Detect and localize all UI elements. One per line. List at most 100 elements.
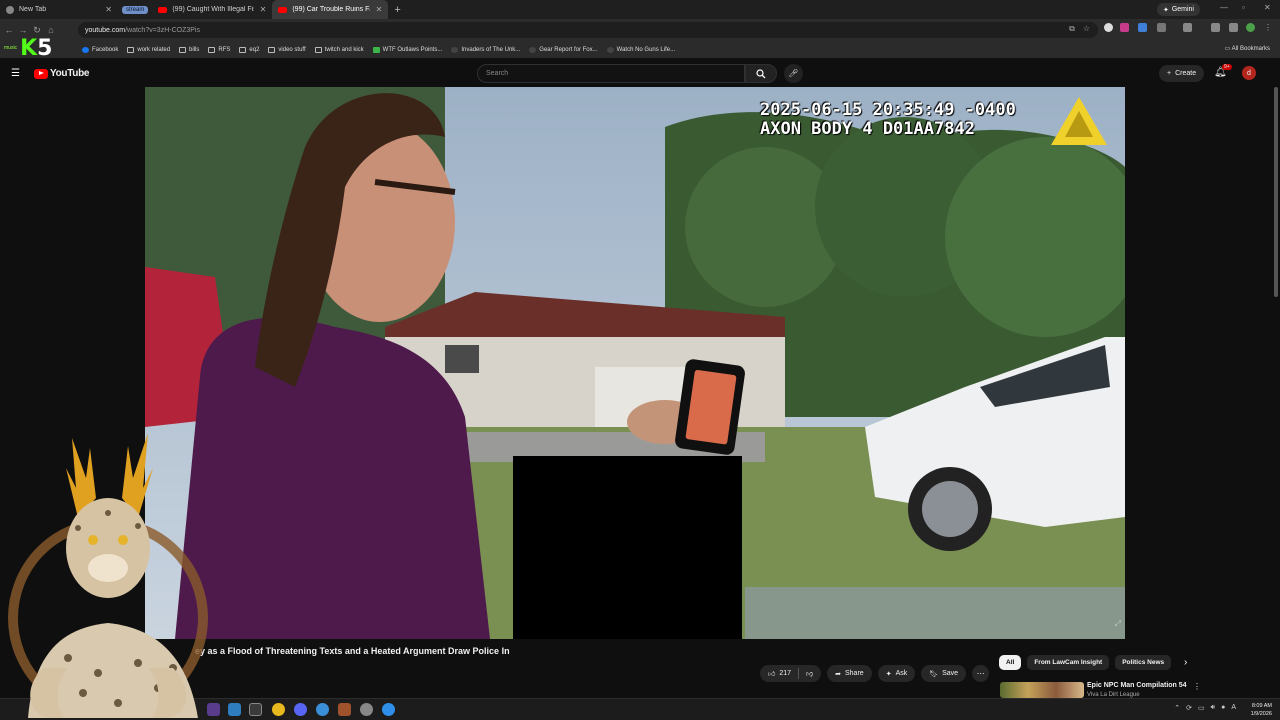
chrome-icon[interactable] xyxy=(272,703,285,716)
profile-icon[interactable] xyxy=(1246,23,1255,32)
more-actions-icon[interactable]: ⋯ xyxy=(972,665,990,682)
ask-label: Ask xyxy=(895,670,908,677)
account-avatar[interactable]: d xyxy=(1242,66,1256,80)
screen: New Tab ✕ stream (99) Caught With Illega… xyxy=(0,0,1280,720)
bookmark-star-icon[interactable]: ☆ xyxy=(1083,24,1090,34)
thumbs-down-icon[interactable]: 👎︎ xyxy=(806,669,813,678)
recommended-video[interactable]: Epic NPC Man Compilation 54 Viva La Dirt… xyxy=(1000,680,1270,698)
app-icon[interactable] xyxy=(316,703,329,716)
tab-new-tab[interactable]: New Tab ✕ xyxy=(0,0,118,19)
chip-politics-news[interactable]: Politics News xyxy=(1115,655,1172,670)
bookmark-link[interactable]: Invaders of The Unk... xyxy=(451,46,520,53)
voice-search-button[interactable]: 🎤︎ xyxy=(784,64,803,83)
thumbs-up-icon: 👍︎ xyxy=(768,671,776,678)
bookmark-folder[interactable]: twitch and kick xyxy=(314,46,364,53)
chip-all[interactable]: All xyxy=(999,655,1022,670)
kick-logo: K5 xyxy=(20,35,53,61)
extension-icon[interactable] xyxy=(1120,23,1129,32)
extensions-puzzle-icon[interactable] xyxy=(1157,23,1166,32)
bookmark-link[interactable]: Gear Report for Fox... xyxy=(529,46,598,53)
bookmarks-bar: Facebook work related bills RFS eq2 vide… xyxy=(0,41,1280,59)
youtube-header: ☰ YouTube Search 🎤︎ + Create 🔔︎ 9+ d xyxy=(0,60,1280,87)
youtube-logo[interactable]: YouTube xyxy=(34,68,90,79)
mic-icon[interactable]: ● xyxy=(1221,704,1225,712)
redaction-box xyxy=(513,456,742,639)
sync-icon[interactable]: ⟳ xyxy=(1186,704,1192,712)
close-tab-icon[interactable]: ✕ xyxy=(254,5,267,14)
extension-icon[interactable] xyxy=(1104,23,1113,32)
maximize-icon[interactable]: ▫ xyxy=(1242,3,1245,12)
share-label: Share xyxy=(845,670,864,677)
terminal-icon[interactable] xyxy=(249,703,262,716)
folder-icon xyxy=(208,46,216,53)
bookmark-facebook[interactable]: Facebook xyxy=(82,46,118,53)
bookmark-link[interactable]: WTF Outlaws Points... xyxy=(372,46,442,53)
chrome-icon xyxy=(6,5,14,14)
gemini-button[interactable]: ✦ Gemini xyxy=(1156,3,1200,16)
download-icon[interactable] xyxy=(1211,23,1220,32)
address-bar[interactable]: youtube.com/watch?v=3zH-COZ3Pis ⧉ ☆ xyxy=(78,22,1098,38)
side-panel-icon[interactable] xyxy=(1183,23,1192,32)
new-tab-button[interactable]: + xyxy=(394,4,400,16)
save-button[interactable]: 🔖︎ Save xyxy=(921,665,967,682)
tab-group-label[interactable]: stream xyxy=(122,5,149,14)
gemini-label: Gemini xyxy=(1171,6,1194,13)
url-host: youtube.com xyxy=(85,26,126,34)
site-icon xyxy=(451,46,459,53)
search-icon xyxy=(756,68,766,78)
youtube-play-icon xyxy=(34,68,48,79)
menu-icon[interactable]: ☰ xyxy=(11,68,20,79)
create-button[interactable]: + Create xyxy=(1159,65,1205,82)
axon-logo-icon xyxy=(1051,97,1107,145)
all-bookmarks[interactable]: ▭ All Bookmarks xyxy=(1225,45,1270,52)
bookmark-link[interactable]: Watch No Guns Life... xyxy=(606,46,675,53)
youtube-icon xyxy=(158,6,168,13)
page-scrollbar[interactable] xyxy=(1274,87,1278,297)
bookmark-folder[interactable]: bills xyxy=(179,46,199,53)
clock-date: 1/9/2026 xyxy=(1250,711,1272,717)
more-vert-icon[interactable]: ⋮ xyxy=(1193,682,1201,691)
tab-illegal-fish[interactable]: (99) Caught With Illegal Fish in... ✕ xyxy=(152,0,272,19)
ask-button[interactable]: ✦ Ask xyxy=(877,665,916,682)
video-title: ey as a Flood of Threatening Texts and a… xyxy=(195,646,510,656)
search-input[interactable]: Search xyxy=(477,64,745,83)
stream-logo-overlay: music K5 xyxy=(4,34,52,62)
tab-car-trouble[interactable]: (99) Car Trouble Ruins Fath... ✕ xyxy=(272,0,389,19)
app-icon[interactable] xyxy=(382,703,395,716)
app-icon[interactable] xyxy=(228,703,241,716)
tab-search-icon[interactable] xyxy=(1229,23,1238,32)
vtuber-avatar xyxy=(8,433,208,718)
video-player[interactable]: 2025-06-15 20:35:49 -0400 AXON BODY 4 D0… xyxy=(145,87,1125,639)
discord-icon[interactable] xyxy=(294,703,307,716)
app-icon[interactable] xyxy=(338,703,351,716)
search-button[interactable] xyxy=(745,64,777,83)
network-icon[interactable]: ▭ xyxy=(1198,704,1205,712)
clock[interactable]: 8:09 AM 1/9/2026 xyxy=(1251,702,1272,718)
chip-from-lawcam[interactable]: From LawCam Insight xyxy=(1027,655,1110,670)
folder-icon xyxy=(127,46,135,53)
extension-icon[interactable] xyxy=(1138,23,1147,32)
chevron-right-icon[interactable]: › xyxy=(1184,657,1187,668)
language-icon[interactable]: A xyxy=(1231,704,1236,712)
bookmark-folder[interactable]: RFS xyxy=(208,46,230,53)
folder-icon xyxy=(268,46,276,53)
close-window-icon[interactable]: ✕ xyxy=(1264,3,1271,12)
save-label: Save xyxy=(942,670,959,677)
fullscreen-icon[interactable]: ⤢ xyxy=(1115,619,1121,629)
site-icon xyxy=(529,46,537,53)
facebook-icon xyxy=(82,46,89,53)
settings-icon[interactable] xyxy=(360,703,373,716)
more-menu-icon[interactable]: ⋮ xyxy=(1264,23,1273,32)
close-tab-icon[interactable]: ✕ xyxy=(99,5,112,14)
chevron-up-icon[interactable]: ⌃ xyxy=(1174,704,1180,712)
volume-icon[interactable]: 🔊︎ xyxy=(1211,704,1215,712)
close-tab-icon[interactable]: ✕ xyxy=(370,5,383,14)
youtube-wordmark: YouTube xyxy=(50,68,90,79)
bookmark-folder[interactable]: eq2 xyxy=(239,46,259,53)
like-button[interactable]: 👍︎ 217 👎︎ xyxy=(760,665,822,682)
share-button[interactable]: ➦ Share xyxy=(827,665,872,682)
bookmark-folder[interactable]: work related xyxy=(127,46,170,53)
install-app-icon[interactable]: ⧉ xyxy=(1069,24,1075,34)
bookmark-folder[interactable]: video stuff xyxy=(268,46,306,53)
minimize-icon[interactable]: — xyxy=(1220,3,1228,12)
